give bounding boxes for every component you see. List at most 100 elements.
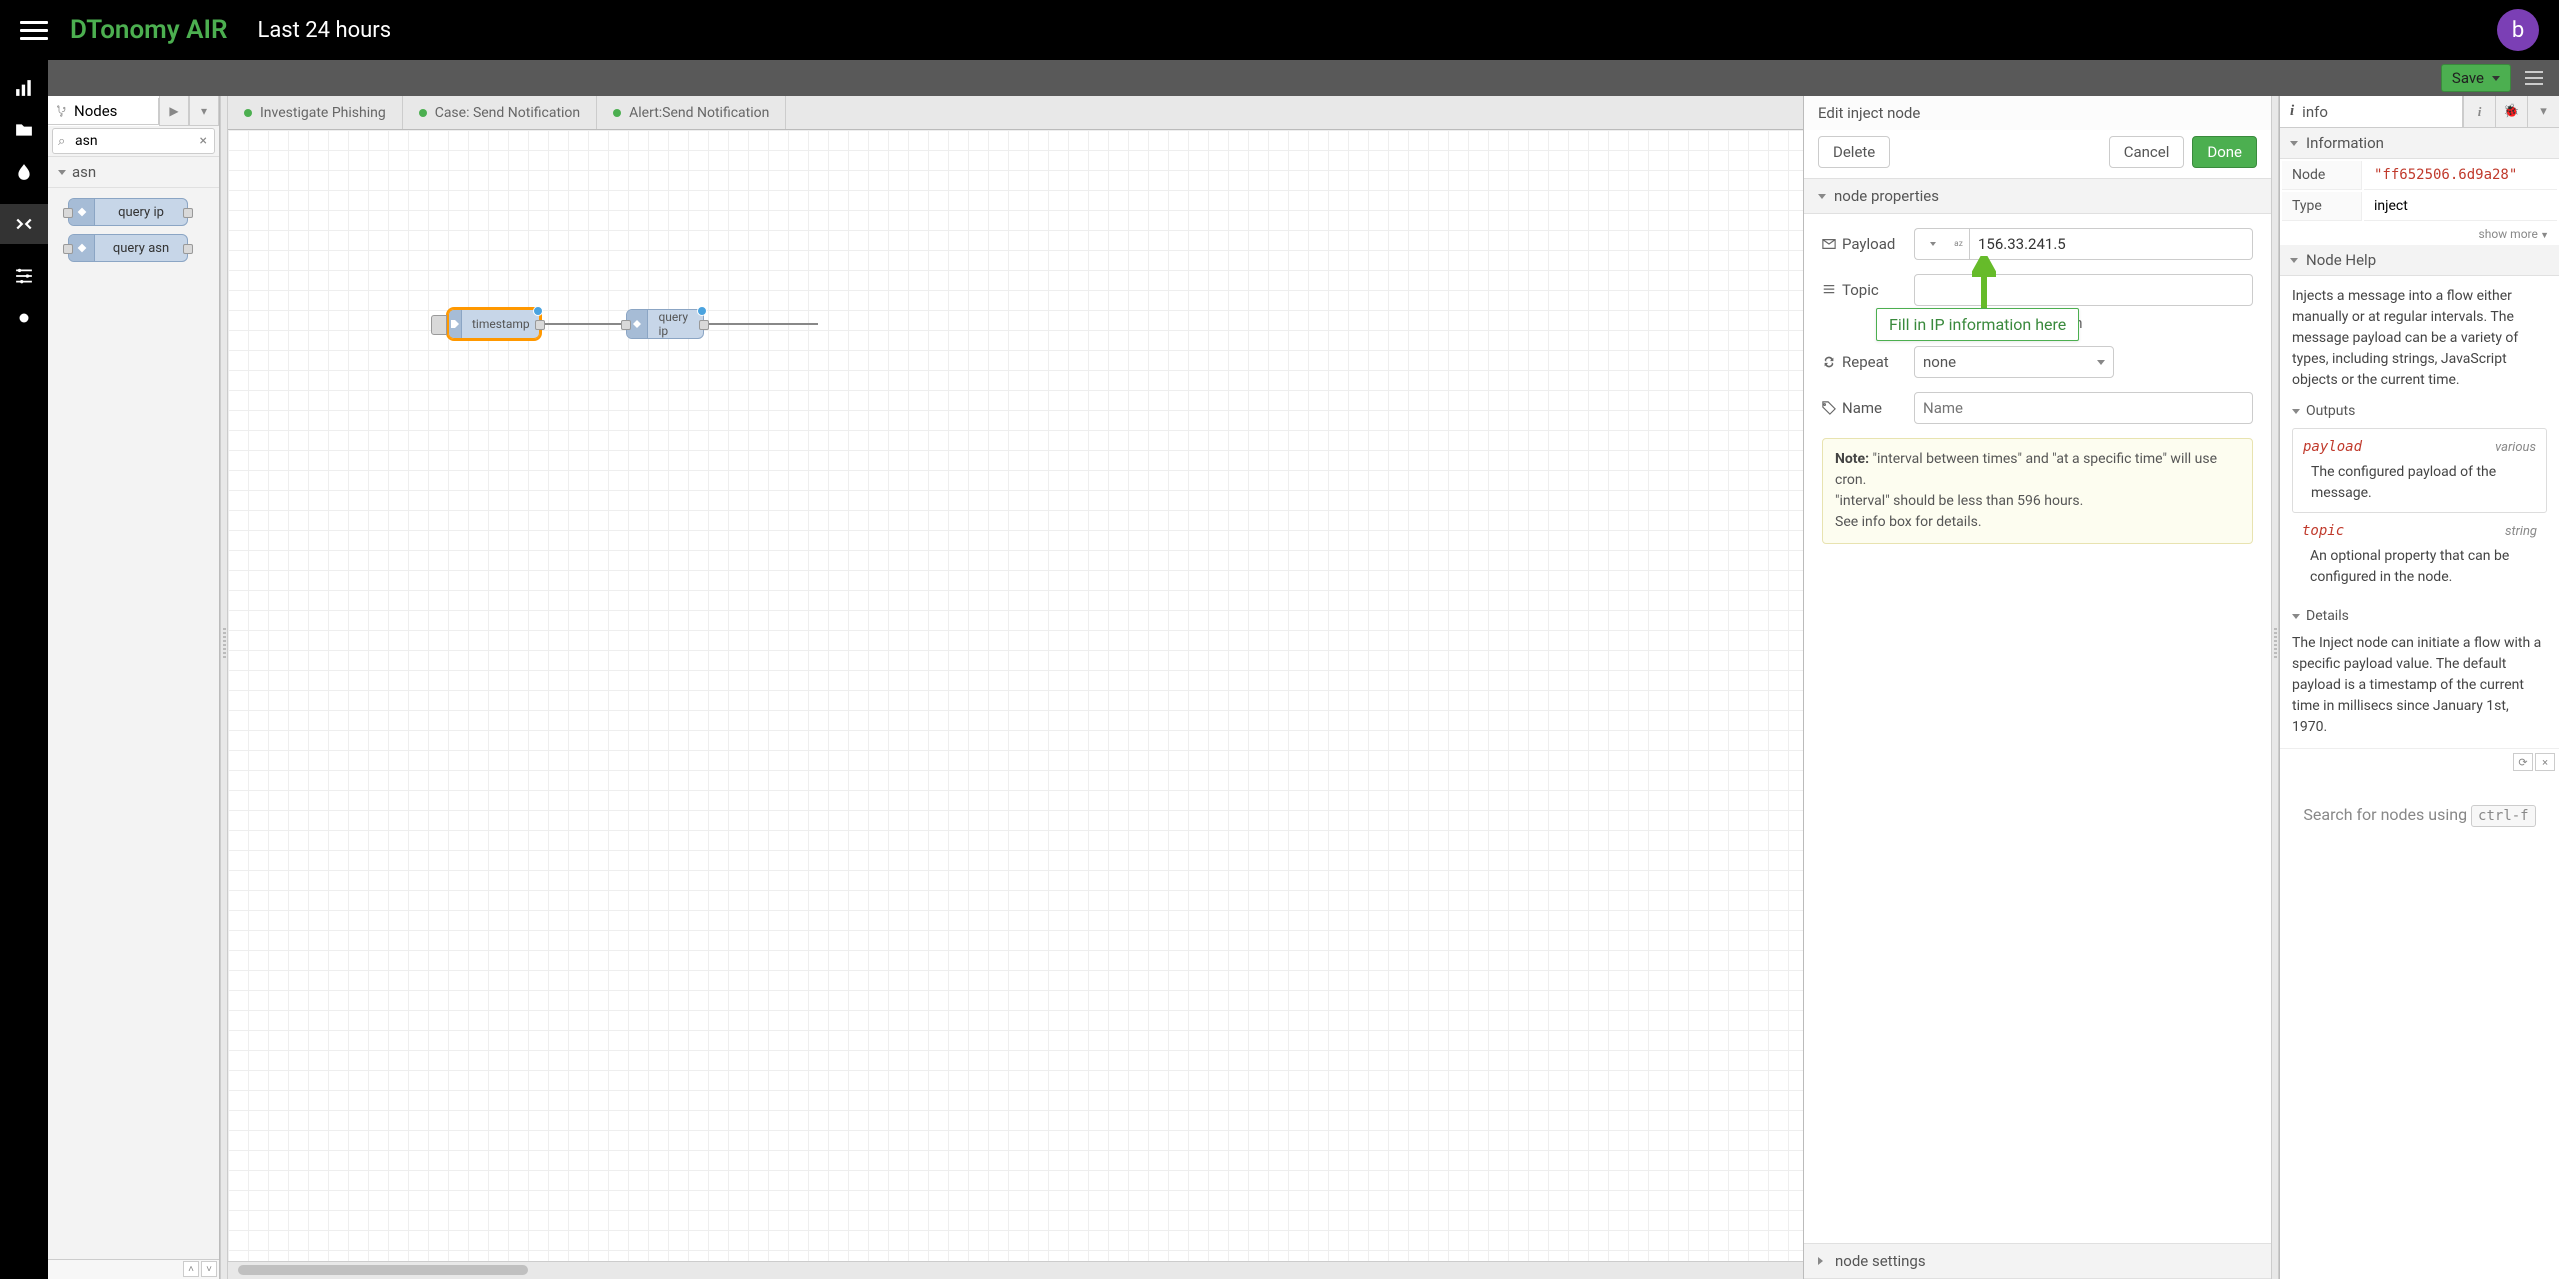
repeat-select[interactable]: none [1914, 346, 2114, 378]
flow-icon[interactable] [0, 204, 48, 244]
node-port [183, 208, 193, 218]
chevron-down-icon [2492, 76, 2500, 81]
payload-type-dropdown[interactable] [1914, 228, 1948, 260]
top-bar: DTonomy AIR Last 24 hours b [0, 0, 2559, 60]
edit-panel-body: Payload az Topic Fill in IP informa [1804, 214, 2271, 1243]
info-sidebar: i info i 🐞 ▾ Information Node "ff652506.… [2279, 96, 2559, 1279]
sidebar-dropdown-button[interactable]: ▾ [2527, 96, 2559, 127]
flow-tabs: Investigate Phishing Case: Send Notifica… [228, 96, 1803, 130]
done-button[interactable]: Done [2192, 136, 2257, 168]
palette-search-input[interactable] [52, 128, 215, 154]
refresh-button[interactable]: ⟳ [2513, 753, 2533, 771]
name-label: Name [1822, 399, 1902, 417]
dot-icon[interactable] [14, 308, 34, 328]
section-node-properties[interactable]: node properties [1804, 178, 2271, 214]
help-details-heading[interactable]: Details [2292, 606, 2547, 627]
topic-input[interactable] [1914, 274, 2253, 306]
inject-icon [449, 310, 462, 338]
section-information[interactable]: Information [2280, 128, 2559, 159]
envelope-icon [1822, 237, 1836, 251]
chevron-down-icon [2097, 360, 2105, 365]
palette-node-query-ip[interactable]: query ip [68, 198, 188, 226]
palette-collapse-down-button[interactable]: ˅ [201, 1261, 217, 1277]
topic-label: Topic [1822, 281, 1902, 299]
hamburger-menu-icon[interactable] [20, 16, 48, 44]
palette-collapse-up-button[interactable]: ˄ [183, 1261, 199, 1277]
payload-input[interactable] [1970, 228, 2253, 260]
section-node-help[interactable]: Node Help [2280, 245, 2559, 276]
payload-label: Payload [1822, 235, 1902, 253]
kbd-shortcut: ctrl-f [2471, 805, 2536, 827]
flow-wire [698, 323, 818, 325]
brand-title: DTonomy AIR [70, 15, 227, 45]
branch-icon [56, 105, 68, 117]
annotation-arrow-icon [1972, 256, 1996, 312]
splitter-handle[interactable] [220, 96, 228, 1279]
node-output-port[interactable] [535, 320, 545, 330]
sliders-icon[interactable] [14, 266, 34, 286]
changed-dot-icon [533, 306, 543, 316]
sidebar-info-button[interactable]: i [2463, 96, 2495, 127]
flow-node-query-ip[interactable]: query ip [626, 309, 704, 339]
node-output-port[interactable] [699, 320, 709, 330]
name-input[interactable] [1914, 392, 2253, 424]
node-id-value: "ff652506.6d9a28" [2374, 167, 2517, 183]
delete-button[interactable]: Delete [1818, 136, 1890, 168]
palette-search: ⌕ × [48, 126, 219, 157]
inject-button[interactable] [431, 315, 447, 335]
payload-type-indicator: az [1948, 228, 1970, 260]
canvas-area: Investigate Phishing Case: Send Notifica… [228, 96, 1803, 1279]
folder-icon[interactable] [14, 120, 34, 140]
horizontal-scrollbar[interactable] [228, 1261, 1803, 1279]
clear-search-icon[interactable]: × [200, 133, 207, 149]
chevron-down-icon [2290, 258, 2298, 263]
flow-wire [538, 323, 628, 325]
palette-play-button[interactable]: ▶ [159, 96, 189, 126]
output-topic: topicstring An optional property that ca… [2292, 521, 2547, 596]
help-outputs-heading[interactable]: Outputs [2292, 401, 2547, 422]
tab-alert-send-notification[interactable]: Alert:Send Notification [597, 96, 786, 129]
palette-items: query ip query asn [48, 188, 219, 1259]
info-icon: i [2290, 103, 2294, 120]
tag-icon [1822, 401, 1836, 415]
show-more-link[interactable]: show more [2280, 223, 2559, 245]
drop-icon[interactable] [14, 162, 34, 182]
editor-toolbar: Save [48, 60, 2559, 96]
close-button[interactable]: × [2535, 753, 2555, 771]
sidebar-tab-info[interactable]: i info [2280, 96, 2463, 127]
status-dot-icon [419, 109, 427, 117]
save-button[interactable]: Save [2441, 64, 2511, 92]
tab-investigate-phishing[interactable]: Investigate Phishing [228, 96, 403, 129]
time-range-label[interactable]: Last 24 hours [257, 18, 391, 43]
info-row-type: Type inject [2282, 192, 2557, 221]
info-row-node: Node "ff652506.6d9a28" [2282, 161, 2557, 190]
user-avatar[interactable]: b [2497, 9, 2539, 51]
tab-case-send-notification[interactable]: Case: Send Notification [403, 96, 597, 129]
flow-canvas[interactable]: timestamp query ip [228, 130, 1803, 1261]
editor-menu-icon[interactable] [2519, 64, 2549, 92]
changed-dot-icon [697, 306, 707, 316]
palette-node-query-asn[interactable]: query asn [68, 234, 188, 262]
node-port [63, 244, 73, 254]
node-input-port[interactable] [621, 320, 631, 330]
palette-category[interactable]: asn [48, 157, 219, 188]
chevron-right-icon [1818, 1257, 1827, 1265]
section-node-settings[interactable]: node settings [1804, 1243, 2271, 1279]
sidebar-debug-button[interactable]: 🐞 [2495, 96, 2527, 127]
search-icon: ⌕ [58, 134, 65, 149]
repeat-icon [1822, 355, 1836, 369]
palette-footer: ˄ ˅ [48, 1259, 219, 1279]
left-icon-rail [0, 60, 48, 1279]
sidebar-footer-buttons: ⟳ × [2280, 748, 2559, 775]
workspace: Nodes ▶ ▾ ⌕ × asn query ip [48, 96, 2559, 1279]
annotation-callout: Fill in IP information here [1876, 308, 2079, 341]
status-dot-icon [244, 109, 252, 117]
list-icon [1822, 283, 1836, 297]
flow-node-timestamp[interactable]: timestamp [448, 309, 540, 339]
help-intro: Injects a message into a flow either man… [2292, 286, 2547, 391]
splitter-handle[interactable] [2271, 96, 2279, 1279]
palette-dropdown-button[interactable]: ▾ [189, 96, 219, 126]
chart-icon[interactable] [14, 78, 34, 98]
search-hint: Search for nodes using ctrl-f [2280, 775, 2559, 857]
cancel-button[interactable]: Cancel [2109, 136, 2185, 168]
